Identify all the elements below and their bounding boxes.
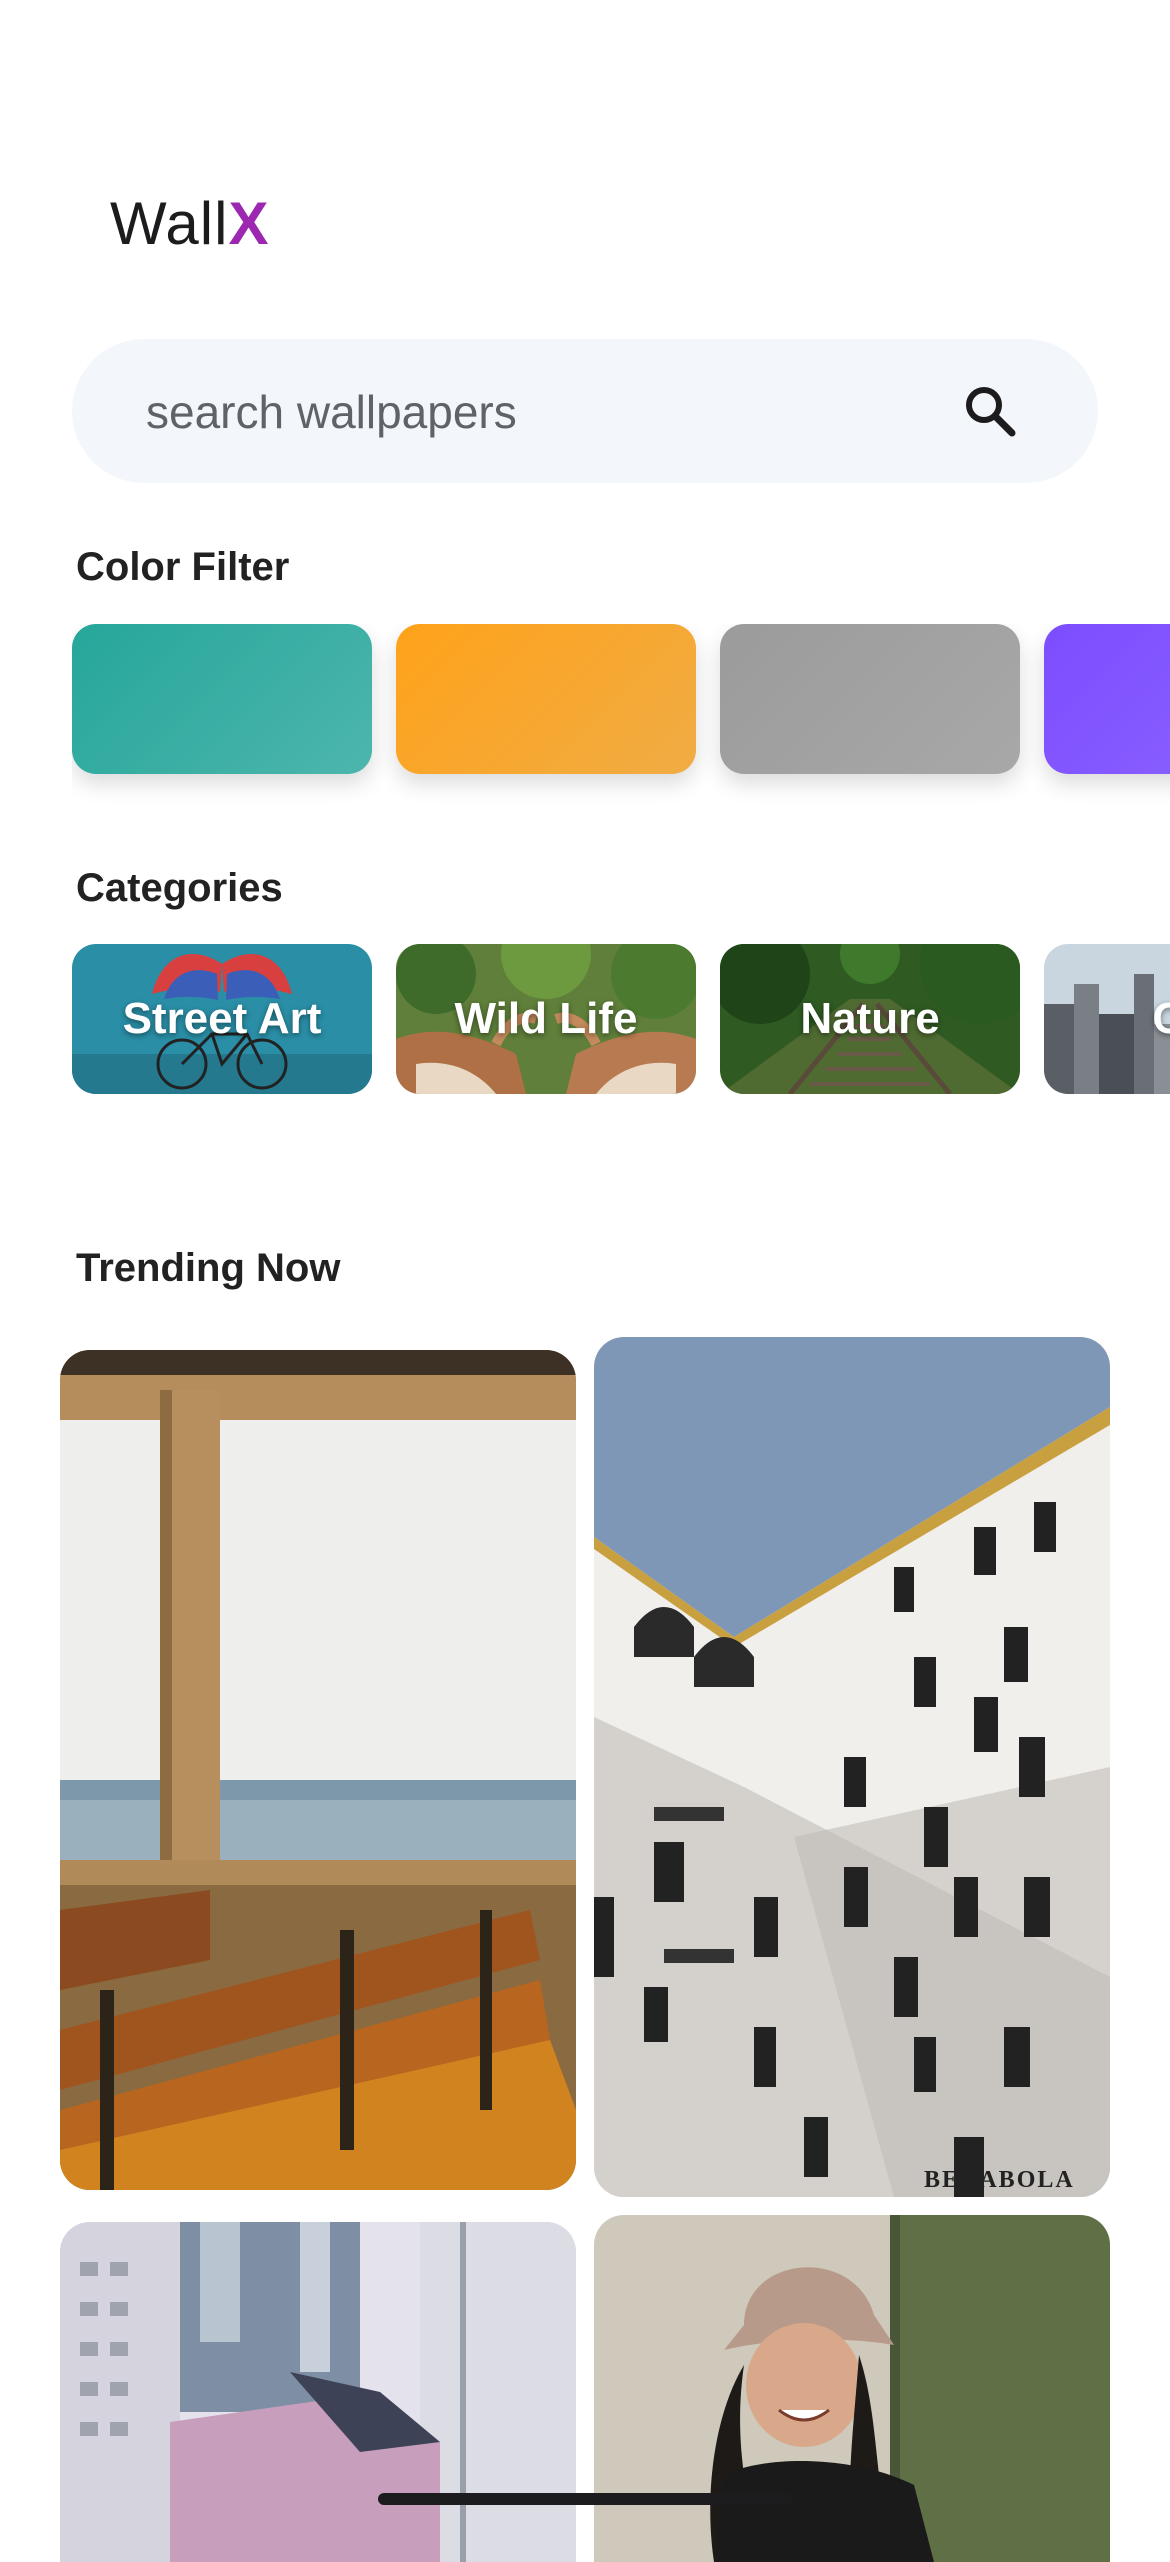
category-label-city: City: [1152, 994, 1170, 1043]
category-card-wild-life[interactable]: Wild Life: [396, 944, 696, 1094]
trending-heading: Trending Now: [76, 1246, 341, 1290]
city-buildings-image: [60, 2222, 576, 2562]
color-swatch-teal[interactable]: [72, 624, 372, 774]
search-input[interactable]: [144, 339, 948, 485]
search-bar[interactable]: [72, 339, 1098, 485]
color-filter-heading: Color Filter: [76, 545, 290, 589]
wallpaper-card-woman-hat[interactable]: [594, 2215, 1110, 2562]
color-swatch-grey[interactable]: [720, 624, 1020, 774]
wallpaper-card-city-buildings[interactable]: [60, 2222, 576, 2562]
category-label-nature: Nature: [800, 994, 940, 1043]
home-indicator[interactable]: [378, 2493, 792, 2505]
white-building-image: BENABOLA: [594, 1337, 1110, 2197]
svg-text:BENABOLA: BENABOLA: [924, 2167, 1075, 2193]
app-title-accent: X: [228, 190, 270, 257]
boat-window-image: [60, 1350, 576, 2190]
category-card-nature[interactable]: Nature: [720, 944, 1020, 1094]
woman-hat-image: [594, 2215, 1110, 2562]
app-title-main: Wall: [110, 190, 229, 257]
wallpaper-card-boat-window[interactable]: [60, 1350, 576, 2190]
category-card-street-art[interactable]: Street Art: [72, 944, 372, 1094]
category-label-wild-life: Wild Life: [454, 994, 638, 1043]
categories-heading: Categories: [76, 866, 283, 910]
search-icon[interactable]: [960, 381, 1020, 441]
color-swatch-purple[interactable]: [1044, 624, 1170, 774]
color-filter-list[interactable]: [72, 624, 1170, 804]
category-list[interactable]: Street Art Wild Life Nature C: [72, 944, 1170, 1096]
category-card-city[interactable]: City: [1044, 944, 1170, 1094]
app-title: WallX: [110, 188, 269, 260]
color-swatch-orange[interactable]: [396, 624, 696, 774]
wallpaper-card-white-building[interactable]: BENABOLA: [594, 1337, 1110, 2197]
category-label-street-art: Street Art: [122, 994, 322, 1043]
